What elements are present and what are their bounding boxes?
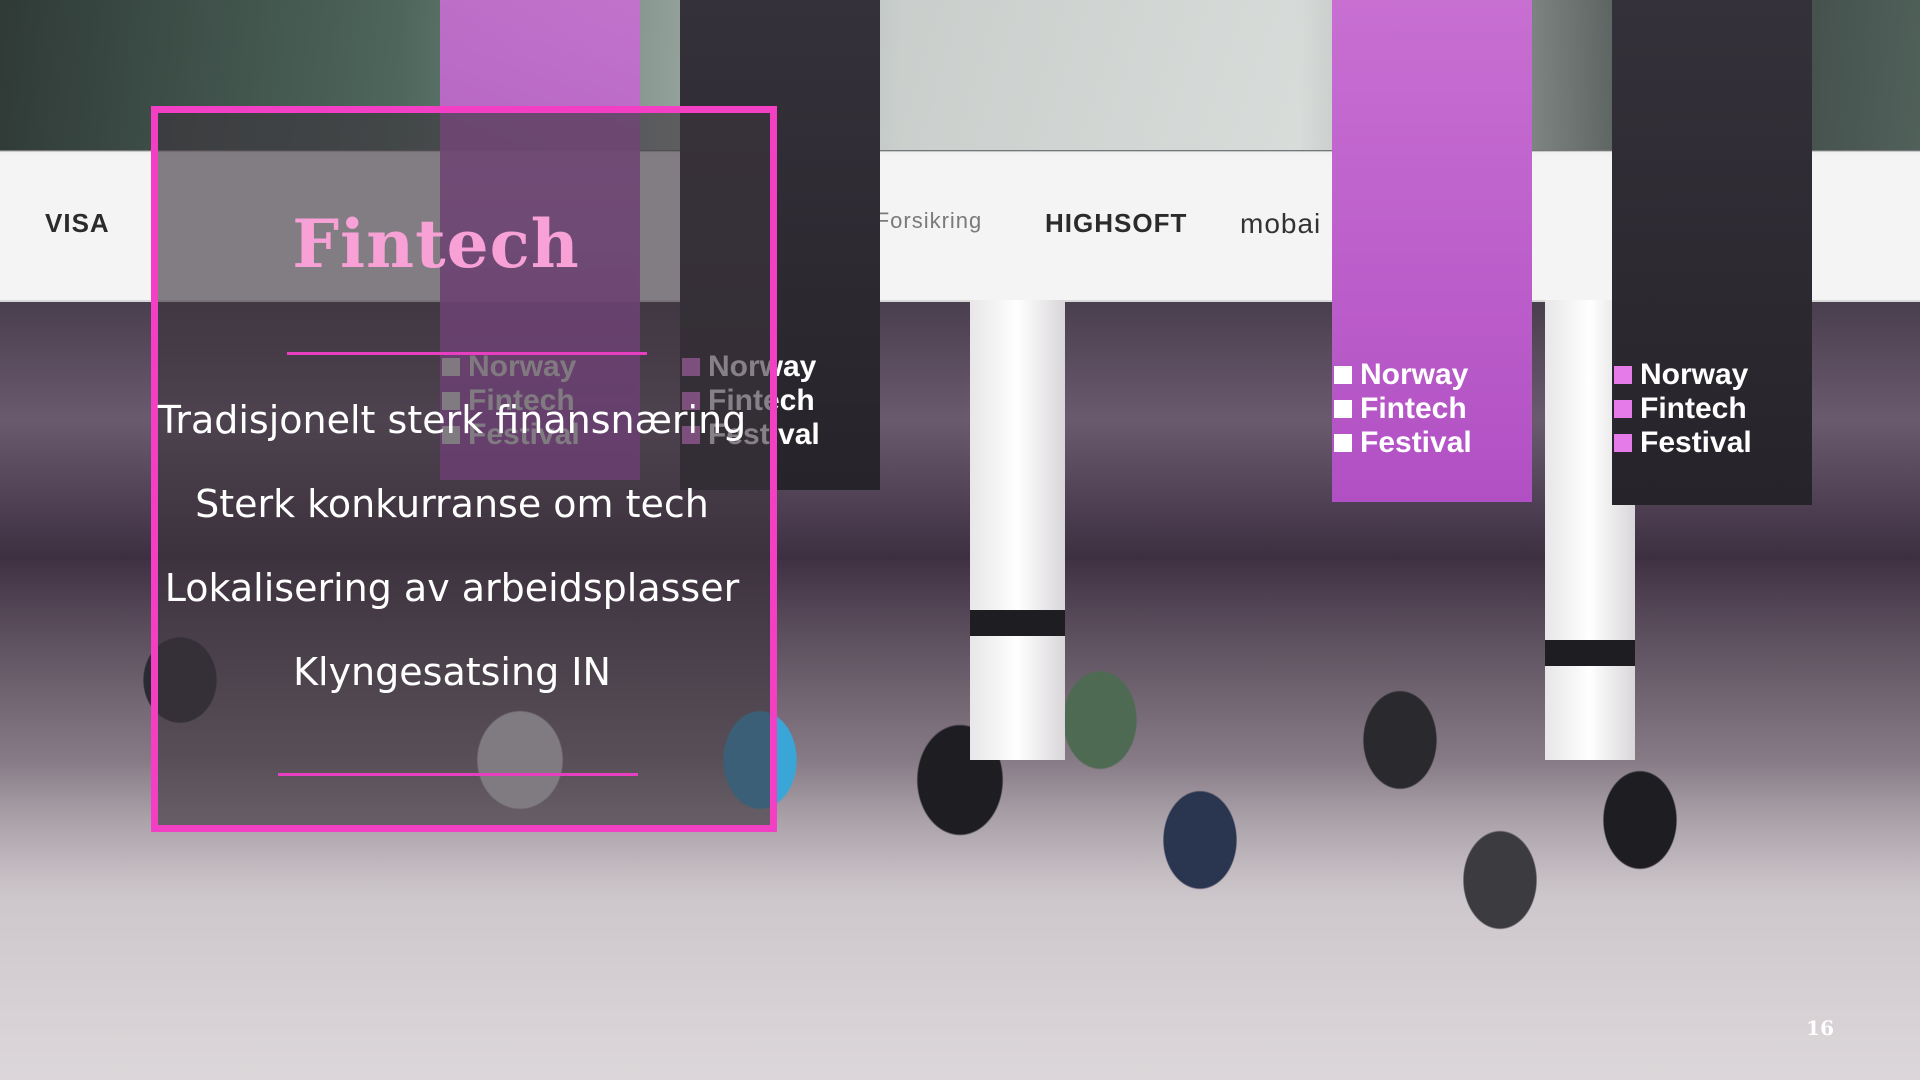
list-item: Klyngesatsing IN [293, 650, 611, 694]
pillar [970, 300, 1065, 760]
sponsor-logo-mobai: mobai [1240, 208, 1322, 239]
sponsor-logo-highsoft: HIGHSOFT [1045, 208, 1188, 238]
divider-bottom [278, 773, 638, 776]
slide: VISA FrendeForsikring HIGHSOFT mobai Nor… [0, 0, 1920, 1080]
slide-title: Fintech [292, 205, 580, 283]
list-item: Tradisjonelt sterk finansnæring [157, 398, 747, 442]
content-panel: Fintech Tradisjonelt sterk finansnæring … [151, 106, 777, 832]
festival-banner: Norway Fintech Festival [1612, 0, 1812, 505]
list-item: Lokalisering av arbeidsplasser [164, 566, 740, 610]
sponsor-logo-visa: VISA [45, 208, 110, 238]
divider-top [287, 352, 647, 355]
list-item: Sterk konkurranse om tech [195, 482, 709, 526]
festival-banner: Norway Fintech Festival [1332, 0, 1532, 502]
page-number: 16 [1806, 1016, 1834, 1040]
